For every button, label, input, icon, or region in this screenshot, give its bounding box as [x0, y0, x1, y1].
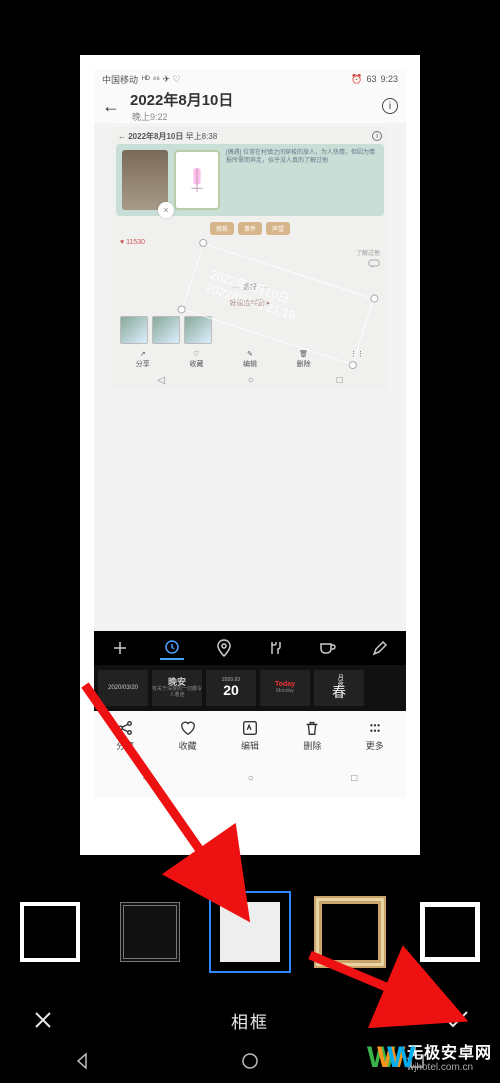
sub-caption: 了解过他 — [116, 248, 380, 257]
logo-name: 无极安卓网 — [407, 1046, 492, 1063]
carrier-label: 中国移动 — [102, 73, 138, 86]
chip-2: 事件 — [238, 222, 262, 235]
edited-photo-preview: 中国移动 ᴴᴰ ⁴⁶ ✈ ♡ ⏰ 63 9:23 ← 2022年8月10日 晚上… — [80, 55, 420, 855]
nested-toolbar: ↗分享 ♡收藏 ✎编辑 🗑删除 ⋮⋮ — [116, 350, 384, 369]
thumbnail-row — [120, 316, 384, 344]
battery-label: 63 — [366, 74, 376, 84]
frame-option-double-gray[interactable] — [110, 892, 190, 972]
template-today[interactable]: TodayMonday — [260, 670, 310, 706]
frame-option-gold[interactable] — [310, 892, 390, 972]
photo-date-title: 2022年8月10日 — [130, 89, 233, 110]
thumb-3 — [184, 316, 212, 344]
cancel-button[interactable] — [28, 1005, 58, 1035]
thumb-2 — [152, 316, 180, 344]
photo-time-subtitle: 晚上9:22 — [132, 110, 233, 123]
template-goodnight[interactable]: 晚安有关于深夜的一切都令人着迷 — [152, 670, 202, 706]
nested-sysnav: ◁○□ — [116, 375, 384, 386]
delete-button[interactable]: 删除 — [303, 719, 321, 752]
logo-domain: wjhotel.com.cn — [407, 1063, 492, 1074]
preference-label: 喜好 — [116, 282, 384, 292]
coffee-icon[interactable] — [316, 636, 340, 660]
clock-icon[interactable] — [160, 636, 184, 660]
nested-edit: ✎编辑 — [243, 350, 257, 369]
chip-1: 修炼 — [210, 222, 234, 235]
pencil-icon[interactable] — [368, 636, 392, 660]
nested-del: 🗑删除 — [297, 350, 311, 369]
nested-fav: ♡收藏 — [189, 350, 203, 369]
game-card: × [偶遇] 位常在村镇之间穿梭的旅人，为人热情，但因为情报所需而奔走，似乎没人… — [116, 144, 384, 216]
nested-date: 2022年8月10日 — [128, 132, 183, 141]
edit-button[interactable]: 编辑 — [241, 719, 259, 752]
nav-back-icon[interactable]: ◁ — [143, 773, 151, 784]
frame-option-simple-white[interactable] — [10, 892, 90, 972]
confirm-button[interactable] — [442, 1005, 472, 1035]
watermark-template-strip[interactable]: 2020/03/20 晚安有关于深夜的一切都令人着迷 2020.0320 Tod… — [94, 665, 406, 711]
inner-system-nav: ◁ ○ □ — [94, 759, 406, 797]
editor-mode-label: 相框 — [231, 1008, 269, 1033]
info-icon[interactable]: i — [382, 98, 398, 114]
sys-back-icon[interactable] — [73, 1051, 93, 1076]
nested-time: 早上8:38 — [186, 132, 218, 141]
template-date[interactable]: 2020/03/20 — [98, 670, 148, 706]
share-button[interactable]: 分享 — [116, 719, 134, 752]
character-portrait — [122, 150, 168, 210]
frame-picker — [0, 888, 500, 976]
likes-count: ♥ 11530 — [120, 239, 384, 246]
frame-option-thick-white[interactable] — [410, 892, 490, 972]
gallery-toolbar: 分享 收藏 编辑 删除 更多 — [94, 711, 406, 759]
chip-3: 声望 — [266, 222, 290, 235]
site-watermark: WWW 无极安卓网 wjhotel.com.cn — [367, 1043, 492, 1077]
status-icons: ᴴᴰ ⁴⁶ ✈ ♡ — [142, 74, 181, 85]
more-button[interactable]: 更多 — [366, 719, 384, 752]
food-icon[interactable] — [264, 636, 288, 660]
clock-label: 9:23 — [380, 74, 398, 84]
back-icon[interactable]: ← — [102, 96, 120, 117]
nested-screenshot: ← 2022年8月10日 早上8:38 i × [偶遇] 位常在村镇之间穿梭的旅… — [112, 127, 388, 390]
nav-home-icon[interactable]: ○ — [248, 773, 254, 784]
watermark-category-strip — [94, 631, 406, 665]
nested-more: ⋮⋮ — [350, 350, 364, 369]
inner-screenshot: 中国移动 ᴴᴰ ⁴⁶ ✈ ♡ ⏰ 63 9:23 ← 2022年8月10日 晚上… — [94, 69, 406, 797]
nav-recent-icon[interactable]: □ — [351, 773, 357, 784]
logo-icon: WWW — [367, 1043, 401, 1077]
inner-header: ← 2022年8月10日 晚上9:22 i — [94, 89, 406, 123]
editor-action-bar: 相框 — [0, 998, 500, 1042]
chip-row: 修炼 事件 声望 — [116, 222, 384, 235]
character-desc: [偶遇] 位常在村镇之间穿梭的旅人，为人热情，但因为情报所需而奔走，似乎没人真的… — [226, 150, 378, 210]
frame-option-polaroid[interactable] — [210, 892, 290, 972]
template-spring[interactable]: 月夜春 — [314, 670, 364, 706]
close-icon: × — [158, 202, 174, 218]
add-icon[interactable] — [108, 636, 132, 660]
location-icon[interactable] — [212, 636, 236, 660]
favorite-button[interactable]: 收藏 — [179, 719, 197, 752]
inner-status-bar: 中国移动 ᴴᴰ ⁴⁶ ✈ ♡ ⏰ 63 9:23 — [94, 69, 406, 89]
lantern-card — [174, 150, 220, 210]
sys-home-icon[interactable] — [240, 1051, 260, 1076]
nested-share: ↗分享 — [136, 350, 150, 369]
template-bignum[interactable]: 2020.0320 — [206, 670, 256, 706]
thumb-1 — [120, 316, 148, 344]
nested-info-icon: i — [372, 131, 382, 141]
affinity-reward: 好感度奖励 ▸ — [116, 298, 384, 308]
comment-icon — [116, 259, 380, 272]
alarm-icon: ⏰ — [351, 74, 362, 85]
